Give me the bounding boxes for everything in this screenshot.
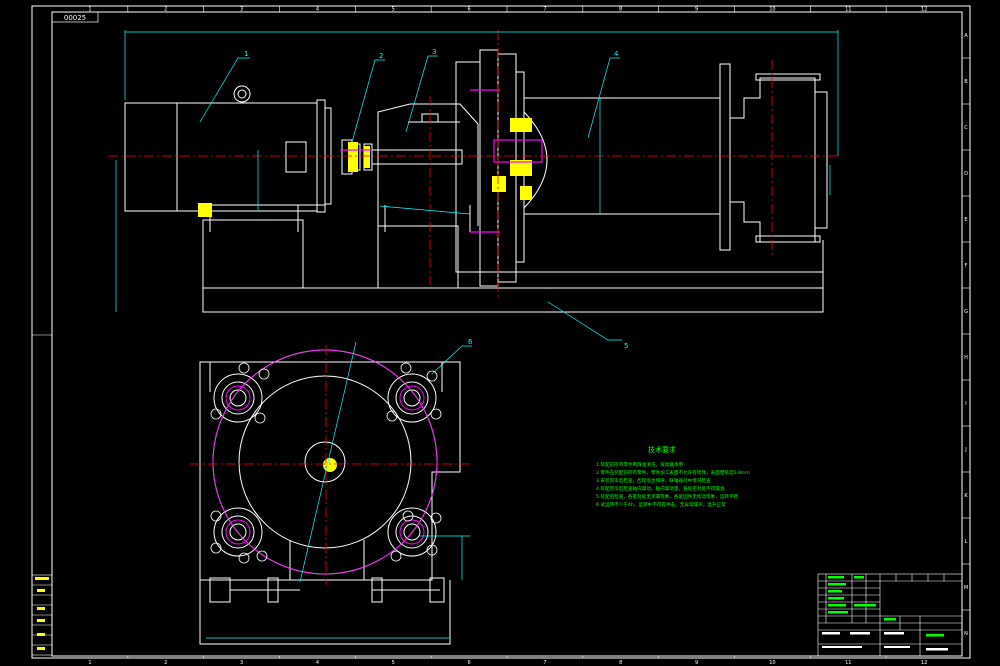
front-view-highlights [198, 118, 532, 217]
zone-col-label-bottom: 10 [769, 660, 775, 666]
notes-title: 技术要求 [648, 445, 676, 454]
zone-col-label-top: 3 [240, 7, 243, 13]
zone-row-label: C [964, 125, 968, 131]
zone-col-label-bottom: 6 [467, 660, 470, 666]
zone-col-label-bottom: 1 [88, 660, 91, 666]
note-line-2: 2.零件在装配前所有零件，零件加工表面不允许有锈蚀，表面粗糙度0.8mm [596, 469, 750, 476]
zone-col-label-top: 6 [467, 7, 470, 13]
zone-col-label-bottom: 3 [240, 660, 243, 666]
zone-col-label-top: 12 [921, 7, 927, 13]
note-line-3: 3.安装完毕后检查，齿轮啮合侧隙，联轴器对中情况检查 [596, 477, 711, 484]
outer-frame [31, 5, 971, 659]
balloon-5: 5 [624, 342, 628, 350]
zone-marks [127, 6, 970, 658]
balloon-2: 2 [379, 52, 383, 60]
zone-row-label: B [964, 79, 968, 85]
zone-row-label: E [964, 217, 967, 223]
zone-row-label: F [965, 263, 968, 269]
revision-strip-marks [35, 577, 49, 650]
zone-col-label-bottom: 9 [695, 660, 698, 666]
zone-row-label: G [964, 309, 968, 315]
title-block-marks [828, 576, 944, 637]
zone-row-label: L [965, 539, 968, 545]
zone-col-label-top: 11 [845, 7, 851, 13]
zone-col-label-top: 7 [543, 7, 546, 13]
inner-frame [51, 11, 963, 657]
balloon-3: 3 [432, 48, 436, 56]
front-view [124, 49, 828, 313]
note-line-5: 5.装配后检查，各密封处无渗漏现象，各紧固件无松动现象，运转平稳 [596, 493, 739, 500]
zone-labels: 112233445566778899101011111212ABCDEFGHIJ… [88, 7, 968, 666]
zone-col-label-bottom: 11 [845, 660, 851, 666]
balloon-1: 1 [244, 50, 248, 58]
zone-row-label: H [964, 355, 968, 361]
zone-row-label: M [964, 585, 968, 591]
zone-row-label: D [964, 171, 968, 177]
zone-row-label: N [964, 631, 968, 637]
zone-col-label-top: 10 [769, 7, 775, 13]
hub-highlight [323, 458, 337, 472]
zone-col-label-bottom: 12 [921, 660, 927, 666]
zone-col-label-top: 2 [164, 7, 167, 13]
zone-col-label-top: 8 [619, 7, 622, 13]
balloon-6: 6 [468, 338, 473, 346]
zone-col-label-top: 9 [695, 7, 698, 13]
zone-col-label-top: 5 [392, 7, 395, 13]
zone-col-label-bottom: 8 [619, 660, 622, 666]
title-block [817, 573, 963, 657]
zone-row-label: I [965, 401, 966, 407]
zone-row-label: A [964, 33, 968, 39]
zone-row-label: K [964, 493, 968, 499]
drawing-canvas[interactable]: 112233445566778899101011111212ABCDEFGHIJ… [0, 0, 1000, 666]
zone-col-label-bottom: 4 [316, 660, 319, 666]
note-line-1: 1.装配前所有零件用煤油清洗，滚动轴承用 [596, 461, 683, 468]
note-line-6: 6.试运转不少于4h，运转中不得有冲击，无异常噪声，温升正常 [596, 501, 726, 508]
note-line-4: 4.装配完毕后检查轴向窜动，轴向窜动量，各处密封处不得漏油 [596, 485, 725, 492]
drawing-code: 00025 [64, 14, 86, 22]
zone-row-label: J [964, 447, 966, 453]
zone-col-label-top: 1 [88, 7, 91, 13]
zone-col-label-top: 4 [316, 7, 319, 13]
zone-col-label-bottom: 5 [392, 660, 395, 666]
side-view [199, 349, 461, 645]
zone-col-label-bottom: 2 [164, 660, 167, 666]
zone-col-label-bottom: 7 [543, 660, 546, 666]
balloon-4: 4 [614, 50, 619, 58]
cad-drawing-sheet: 1 1 2 2 3 3 4 4 5 5 6 6 7 7 8 8 9 9 10 10 11 11 12 12 A B C D E F G H I J… [0, 0, 1000, 666]
